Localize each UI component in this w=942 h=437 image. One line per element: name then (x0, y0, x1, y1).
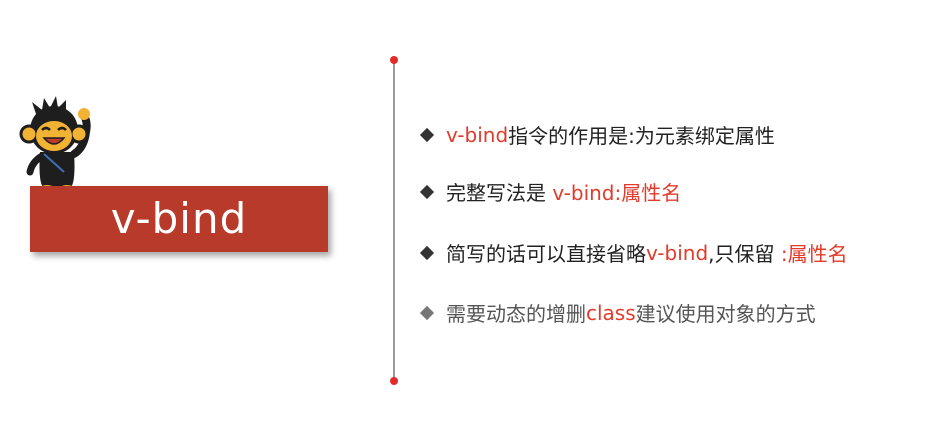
bullet-highlight: v-bind:属性名 (552, 181, 682, 205)
bullet-text: 指令的作用是:为元素绑定属性 (508, 124, 775, 148)
bullet-text: 简写的话可以直接省略 (446, 242, 646, 266)
diamond-bullet-icon (419, 305, 435, 320)
bullet-highlight: v-bind (446, 122, 509, 147)
bullet-item: v-bind 指令的作用是:为元素绑定属性 (419, 120, 775, 149)
bullet-text: 建议使用对象的方式 (635, 302, 816, 326)
slide-title: v-bind (110, 194, 248, 243)
diamond-bullet-icon (419, 127, 435, 142)
bullet-text: 完整写法是 (446, 181, 553, 205)
bullet-text: 需要动态的增删 (446, 302, 586, 326)
bullet-item: 需要动态的增删 class 建议使用对象的方式 (419, 298, 816, 327)
diamond-bullet-icon (419, 184, 435, 199)
divider-top-dot (390, 56, 398, 64)
divider-bottom-dot (390, 377, 398, 385)
bullet-text: ,只保留 (708, 242, 781, 266)
bullet-item: 简写的话可以直接省略 v-bind ,只保留 :属性名 (419, 238, 848, 267)
diamond-bullet-icon (419, 245, 435, 260)
bullet-highlight: class (586, 300, 636, 325)
slide: v-bind v-bind 指令的作用是:为元素绑定属性 完整写法是 v-bind… (0, 0, 942, 437)
vertical-divider (393, 60, 395, 382)
bullet-highlight: :属性名 (780, 242, 848, 266)
monkey-mascot-icon (19, 96, 91, 190)
bullet-item: 完整写法是 v-bind:属性名 (419, 177, 682, 206)
bullet-highlight: v-bind (646, 240, 709, 265)
title-banner: v-bind (30, 186, 328, 252)
